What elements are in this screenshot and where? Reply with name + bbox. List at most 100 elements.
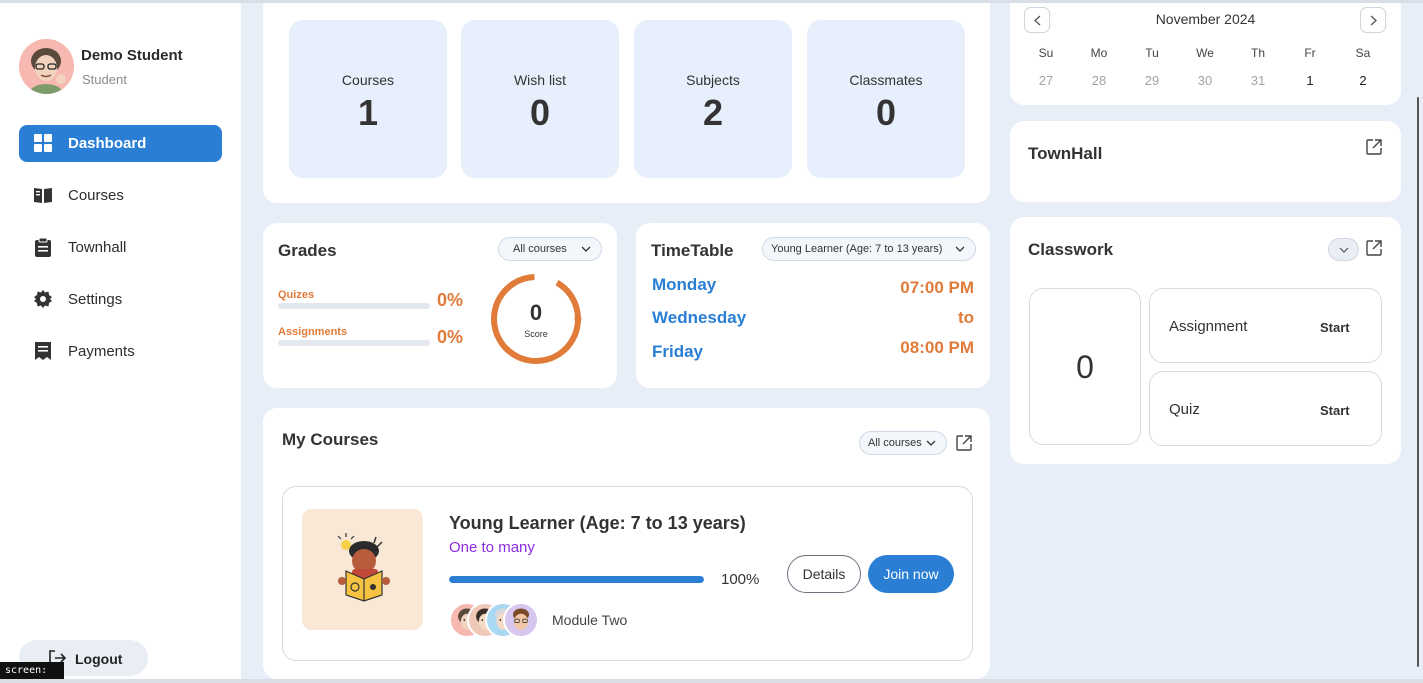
book-icon xyxy=(34,188,52,203)
my-courses-card: My Courses All courses Young Learner (Ag… xyxy=(263,408,990,679)
stat-label: Wish list xyxy=(513,72,567,88)
timetable-start-time: 07:00 PM xyxy=(900,278,974,297)
gear-icon xyxy=(34,290,52,308)
classmate-avatars xyxy=(449,602,549,638)
chevron-down-icon xyxy=(955,246,965,252)
course-thumbnail xyxy=(302,509,423,630)
external-link-icon[interactable] xyxy=(1365,239,1383,257)
user-role: Student xyxy=(82,72,127,87)
stat-tile-courses[interactable]: Courses 1 xyxy=(289,20,447,178)
course-module: Module Two xyxy=(552,612,628,628)
grades-course-filter[interactable]: All courses xyxy=(498,237,602,261)
logout-label: Logout xyxy=(75,651,123,667)
stat-value: 0 xyxy=(529,92,551,133)
calendar-day[interactable]: 28 xyxy=(1079,73,1119,88)
calendar-day[interactable]: 29 xyxy=(1132,73,1172,88)
my-courses-title: My Courses xyxy=(282,430,379,449)
timetable-day: Friday xyxy=(652,342,704,361)
classwork-item-quiz[interactable]: Quiz Start xyxy=(1149,371,1382,446)
bottom-border xyxy=(0,679,1423,683)
chevron-down-icon xyxy=(1339,247,1349,253)
timetable-separator: to xyxy=(957,308,974,327)
calendar-weekday: Tu xyxy=(1145,46,1159,60)
calendar-prev-button[interactable] xyxy=(1024,7,1050,33)
clipboard-icon xyxy=(35,237,51,257)
calendar-day[interactable]: 31 xyxy=(1238,73,1278,88)
classwork-count: 0 xyxy=(1029,288,1141,445)
classwork-item-label: Assignment xyxy=(1169,318,1248,335)
start-button[interactable]: Start xyxy=(1320,320,1350,335)
calendar-day[interactable]: 1 xyxy=(1290,73,1330,88)
stat-value: 0 xyxy=(875,92,897,133)
course-progress-percent: 100% xyxy=(721,571,760,588)
sidebar-item-settings[interactable]: Settings xyxy=(19,281,222,318)
timetable-day: Monday xyxy=(652,275,717,294)
stat-label: Subjects xyxy=(686,72,740,88)
details-button[interactable]: Details xyxy=(787,555,861,593)
avatar xyxy=(503,602,539,638)
calendar-day[interactable]: 27 xyxy=(1026,73,1066,88)
join-now-button[interactable]: Join now xyxy=(868,555,954,593)
sidebar-item-courses[interactable]: Courses xyxy=(19,177,222,214)
chevron-right-icon xyxy=(1370,15,1377,26)
calendar-weekday: Th xyxy=(1250,46,1265,60)
assignments-bar xyxy=(278,340,430,346)
stat-tile-wishlist[interactable]: Wish list 0 xyxy=(461,20,619,178)
calendar-weekday: Fr xyxy=(1304,46,1316,60)
stat-label: Classmates xyxy=(849,72,923,88)
townhall-title: TownHall xyxy=(1028,144,1103,163)
assignments-label: Assignments xyxy=(278,326,348,338)
calendar-weekday: Su xyxy=(1038,46,1054,60)
calendar-weekday: Mo xyxy=(1090,46,1108,60)
user-name: Demo Student xyxy=(81,47,183,64)
sidebar-item-label: Settings xyxy=(68,291,123,308)
sidebar-item-label: Townhall xyxy=(68,239,127,256)
grades-card: Grades All courses Quizes 0% Assignments… xyxy=(263,223,617,388)
avatar-memoji-icon xyxy=(19,39,74,94)
classwork-filter-dropdown[interactable] xyxy=(1328,238,1359,261)
quizzes-label: Quizes xyxy=(278,289,315,301)
stat-value: 2 xyxy=(702,92,724,133)
quizzes-percent: 0% xyxy=(437,290,464,310)
sidebar-item-townhall[interactable]: Townhall xyxy=(19,229,222,266)
sidebar-item-payments[interactable]: Payments xyxy=(19,333,222,370)
external-link-icon[interactable] xyxy=(955,434,973,452)
calendar-day[interactable]: 2 xyxy=(1343,73,1383,88)
classwork-item-label: Quiz xyxy=(1169,401,1200,418)
my-courses-filter[interactable]: All courses xyxy=(859,431,947,455)
classwork-item-assignment[interactable]: Assignment Start xyxy=(1149,288,1382,363)
screen-size-badge: screen: 2xl xyxy=(0,662,64,680)
chevron-left-icon xyxy=(1034,15,1041,26)
stat-value: 1 xyxy=(357,92,379,133)
timetable-course-filter[interactable]: Young Learner (Age: 7 to 13 years) xyxy=(762,237,976,261)
stat-label: Courses xyxy=(341,72,395,88)
assignments-percent: 0% xyxy=(437,327,464,347)
stat-tile-subjects[interactable]: Subjects 2 xyxy=(634,20,792,178)
calendar-next-button[interactable] xyxy=(1360,7,1386,33)
course-progress-bar xyxy=(449,576,704,583)
start-button[interactable]: Start xyxy=(1320,403,1350,418)
sidebar-item-dashboard[interactable]: Dashboard xyxy=(19,125,222,162)
score-value: 0 xyxy=(529,300,543,325)
course-mode: One to many xyxy=(449,539,535,556)
avatar[interactable] xyxy=(19,39,74,94)
timetable-title: TimeTable xyxy=(651,241,734,260)
scrollbar[interactable] xyxy=(1417,97,1419,667)
quizzes-bar xyxy=(278,303,430,309)
timetable-filter-label: Young Learner (Age: 7 to 13 years) xyxy=(771,243,943,255)
timetable-day: Wednesday xyxy=(652,308,747,327)
course-card[interactable]: Young Learner (Age: 7 to 13 years) One t… xyxy=(282,486,973,661)
calendar-weekday: Sa xyxy=(1355,46,1371,60)
townhall-card: TownHall xyxy=(1010,121,1401,202)
timetable-end-time: 08:00 PM xyxy=(900,338,974,357)
calendar-card: November 2024 Su Mo Tu We Th Fr Sa 27 28 29 30 31 1 2 xyxy=(1010,3,1401,105)
chevron-down-icon xyxy=(926,440,936,446)
external-link-icon[interactable] xyxy=(1365,138,1383,156)
stats-card: Courses 1 Wish list 0 Subjects 2 Classma… xyxy=(263,3,990,203)
calendar-day[interactable]: 30 xyxy=(1185,73,1225,88)
grades-filter-label: All courses xyxy=(513,243,567,255)
calendar-weekday: We xyxy=(1196,46,1214,60)
stat-tile-classmates[interactable]: Classmates 0 xyxy=(807,20,965,178)
classwork-title: Classwork xyxy=(1028,240,1114,259)
calendar-month: November 2024 xyxy=(1155,11,1256,27)
